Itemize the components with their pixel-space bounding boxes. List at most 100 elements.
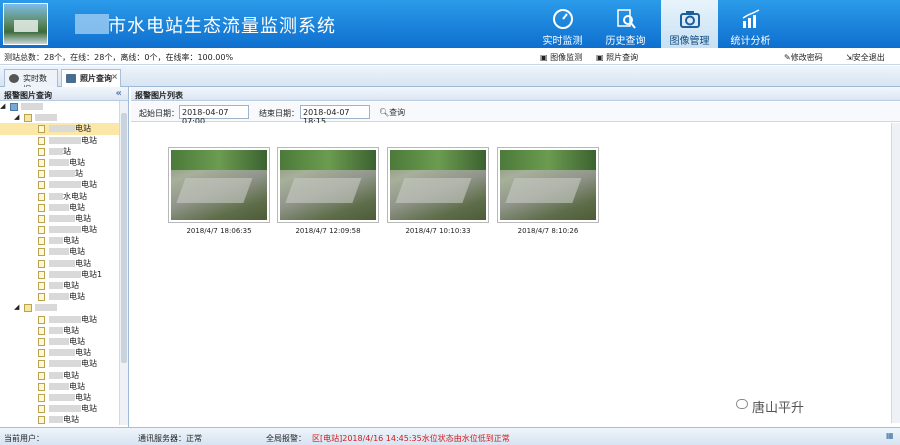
main-panel-header: 报警图片列表	[131, 87, 900, 101]
tree-node[interactable]: 电站	[0, 157, 119, 168]
expand-toggle-icon[interactable]: ◢	[0, 101, 5, 112]
left-panel-header: 报警图片查询 «	[0, 87, 128, 101]
current-user-label: 当前用户：	[4, 434, 44, 443]
tree-node-label: 电站	[63, 370, 79, 380]
station-icon	[38, 170, 45, 179]
station-icon	[38, 293, 45, 302]
notification-icon[interactable]: ▦	[886, 431, 894, 440]
image-icon: ▣	[540, 53, 548, 62]
redacted-name	[49, 382, 69, 390]
photo-item[interactable]: 2018/4/7 18:06:35	[168, 147, 270, 235]
redacted-name	[49, 337, 69, 345]
redacted-name	[49, 360, 81, 368]
tree-node[interactable]: 电站	[0, 370, 119, 381]
query-label: 查询	[389, 108, 406, 117]
change-password-button[interactable]: ✎修改密码	[784, 52, 823, 63]
tree-node[interactable]: 电站	[0, 179, 119, 190]
nav-statistics[interactable]: 统计分析	[722, 0, 779, 48]
start-date-input[interactable]: 2018-04-07 07:00	[179, 105, 249, 126]
tree-node[interactable]: ◢	[0, 101, 119, 112]
collapse-icon[interactable]: «	[116, 88, 122, 99]
redacted-city-name	[75, 14, 109, 34]
station-icon	[38, 416, 45, 425]
redacted-name	[35, 114, 57, 122]
tree-node[interactable]: 电站	[0, 392, 119, 403]
pencil-icon: ✎	[784, 53, 791, 62]
left-panel-title: 报警图片查询	[4, 91, 52, 100]
tree-node[interactable]: 电站	[0, 314, 119, 325]
nav-history-query[interactable]: 历史查询	[597, 0, 654, 48]
tree-node[interactable]: 站	[0, 168, 119, 179]
tree-node-label: 电站	[63, 281, 79, 290]
photo-thumbnail[interactable]	[277, 147, 379, 223]
tree-node[interactable]: ◢	[0, 302, 119, 313]
redacted-name	[49, 248, 69, 256]
tree-node[interactable]: 电站	[0, 213, 119, 224]
photo-caption: 2018/4/7 18:06:35	[186, 227, 252, 235]
change-password-label: 修改密码	[790, 53, 823, 62]
photo-caption: 2018/4/7 12:09:58	[295, 227, 361, 235]
tree-node[interactable]: 站	[0, 146, 119, 157]
tree-node[interactable]: 电站	[0, 347, 119, 358]
gallery-scrollbar[interactable]	[891, 123, 900, 423]
tree-node[interactable]: 水电站	[0, 191, 119, 202]
redacted-name	[21, 103, 43, 110]
tree-node[interactable]: 电站	[0, 135, 119, 146]
photo-item[interactable]: 2018/4/7 10:10:33	[387, 147, 489, 235]
tree-node[interactable]: 电站	[0, 403, 119, 414]
scroll-thumb[interactable]	[121, 113, 127, 363]
station-icon	[38, 360, 45, 369]
redacted-name	[49, 371, 63, 379]
tab-label: 照片查询	[80, 74, 112, 83]
tree-node[interactable]: 电站	[0, 258, 119, 269]
station-tree: ◢ ◢ 电站 电站站电站站电站 水电站 电站 电站 电站 电站 电站 电站 电站1 电站 电站 ◢ 电站 电站电…	[0, 101, 119, 425]
image-monitor-button[interactable]: ▣ 图像监测	[540, 52, 582, 63]
photo-thumbnail[interactable]	[497, 147, 599, 223]
redacted-name	[49, 158, 69, 166]
tree-node[interactable]: 电站	[0, 202, 119, 213]
end-date-input[interactable]: 2018-04-07 18:15	[300, 105, 370, 126]
redacted-name	[49, 315, 81, 323]
tree-node[interactable]: 电站1	[0, 269, 119, 280]
tree-node[interactable]: ◢	[0, 112, 119, 123]
tree-scrollbar[interactable]	[119, 101, 128, 425]
tree-node-label: 电站	[81, 135, 97, 145]
query-button[interactable]: 🔍︎查询	[379, 107, 405, 118]
tree-node[interactable]: 电站	[0, 336, 119, 347]
group-icon	[10, 103, 18, 111]
nav-label: 图像管理	[669, 36, 710, 47]
station-icon	[38, 226, 45, 235]
folder-icon	[24, 114, 32, 123]
tree-node[interactable]: 电站	[0, 224, 119, 235]
photo-item[interactable]: 2018/4/7 12:09:58	[277, 147, 379, 235]
tree-node[interactable]: 电站	[0, 280, 119, 291]
tree-node[interactable]: 电站	[0, 123, 119, 135]
photo-thumbnail[interactable]	[387, 147, 489, 223]
tree-node-label: 电站	[63, 236, 79, 246]
monitor-icon	[9, 74, 19, 83]
tree-node[interactable]: 电站	[0, 291, 119, 302]
nav-image-management[interactable]: 图像管理	[661, 0, 718, 48]
expand-toggle-icon[interactable]: ◢	[14, 112, 19, 123]
tree-node[interactable]: 电站	[0, 414, 119, 425]
logout-button[interactable]: ⇲安全退出	[846, 52, 885, 63]
tab-bar: 实时数据 照片查询 ×	[0, 66, 900, 94]
expand-toggle-icon[interactable]: ◢	[14, 302, 19, 313]
tree-node[interactable]: 电站	[0, 325, 119, 336]
close-icon[interactable]: ×	[111, 72, 118, 81]
photo-item[interactable]: 2018/4/7 8:10:26	[497, 147, 599, 235]
tree-node[interactable]: 电站	[0, 381, 119, 392]
tree-node[interactable]: 电站	[0, 235, 119, 246]
station-icon	[38, 282, 45, 290]
photo-icon	[66, 74, 76, 83]
station-icon	[38, 259, 45, 268]
tab-realtime-data[interactable]: 实时数据	[4, 69, 58, 94]
nav-realtime-monitor[interactable]: 实时监测	[534, 0, 591, 48]
redacted-name	[49, 393, 75, 401]
tab-photo-query[interactable]: 照片查询 ×	[61, 69, 121, 87]
tree-node[interactable]: 电站	[0, 246, 119, 257]
photo-query-button[interactable]: ▣ 照片查询	[596, 52, 638, 63]
tree-node[interactable]: 电站	[0, 358, 119, 369]
tree-node-label: 电站1	[81, 269, 103, 279]
photo-thumbnail[interactable]	[168, 147, 270, 223]
